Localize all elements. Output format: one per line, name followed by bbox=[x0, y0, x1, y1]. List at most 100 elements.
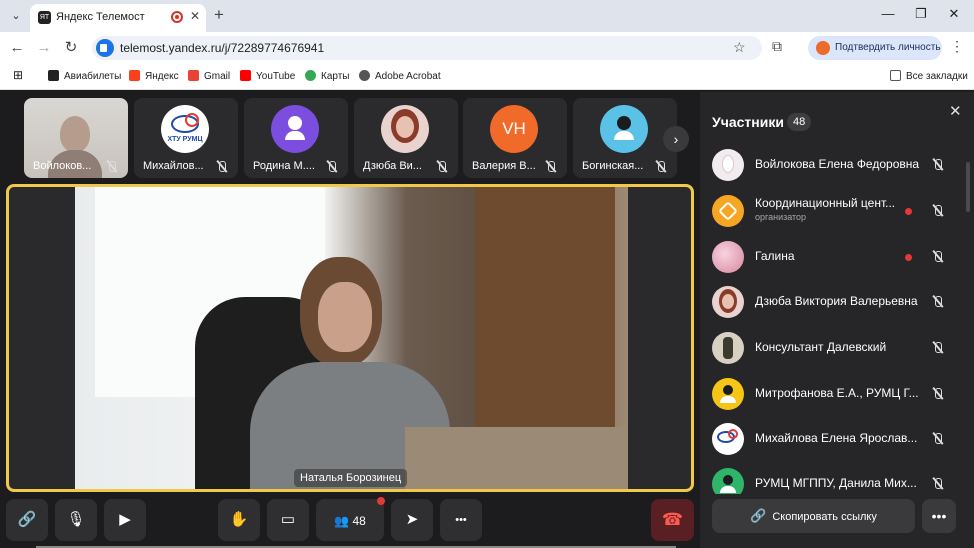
mic-off-icon bbox=[930, 295, 946, 309]
participant-name: Дзюба Виктория Валерьевна bbox=[755, 294, 918, 308]
screen-share-button[interactable]: ▭ bbox=[267, 499, 309, 541]
participant-tile[interactable]: VH Валерия В... bbox=[463, 98, 567, 178]
participant-name: Митрофанова Е.А., РУМЦ Г... bbox=[755, 386, 919, 400]
bookmark-aviabilety[interactable]: Авиабилеты bbox=[48, 70, 121, 82]
link-icon: 🔗 bbox=[750, 508, 767, 523]
bookmark-yandex[interactable]: Яндекс bbox=[129, 70, 179, 82]
participant-row[interactable]: Консультант Далевский bbox=[712, 328, 962, 368]
new-tab-button[interactable]: + bbox=[214, 6, 224, 24]
tab-telemost[interactable]: ЯТ Яндекс Телемост ✕ bbox=[30, 4, 206, 32]
mic-off-icon: 🎙 bbox=[66, 511, 86, 528]
hang-up-button[interactable]: ☎ bbox=[651, 499, 694, 541]
user-avatar-icon bbox=[712, 468, 744, 494]
extensions-icon[interactable]: ⧉ bbox=[772, 38, 782, 55]
forward-button[interactable]: → bbox=[35, 39, 53, 57]
participant-name: РУМЦ МГППУ, Данила Мих... bbox=[755, 476, 917, 490]
aviabilety-icon bbox=[48, 70, 59, 81]
panel-more-button[interactable]: ••• bbox=[922, 499, 956, 533]
participants-panel: Участники 48 ✕ Войлокова Елена Федоровна… bbox=[700, 92, 974, 548]
bookmark-youtube[interactable]: YouTube bbox=[240, 70, 295, 82]
htu-rumc-logo: ХТУ РУМЦ bbox=[161, 105, 209, 153]
active-speaker-stage[interactable]: Наталья Борозинец bbox=[6, 184, 694, 492]
participant-name: Галина bbox=[755, 249, 795, 263]
thumbnails-next-button[interactable]: › bbox=[663, 126, 689, 152]
bookmark-maps[interactable]: Карты bbox=[305, 70, 350, 82]
telemost-favicon-icon: ЯТ bbox=[38, 11, 51, 24]
link-icon: 🔗 bbox=[17, 511, 37, 528]
participant-name: Войлокова Елена Федоровна bbox=[755, 157, 920, 171]
avatar bbox=[381, 105, 429, 153]
hand-icon: ✋ bbox=[229, 511, 249, 528]
mic-off-icon bbox=[930, 341, 946, 355]
reactions-button[interactable]: ➤ bbox=[391, 499, 433, 541]
back-button[interactable]: ← bbox=[8, 39, 26, 57]
verify-identity-button[interactable]: Подтвердить личность bbox=[808, 36, 942, 60]
htu-rumc-logo bbox=[712, 423, 744, 455]
participant-tile-name: Михайлов... bbox=[143, 160, 204, 172]
speaking-dot bbox=[905, 254, 912, 261]
participant-row[interactable]: Координационный цент... организатор bbox=[712, 191, 962, 231]
copy-link-control[interactable]: 🔗 bbox=[6, 499, 48, 541]
mic-off-icon bbox=[930, 250, 946, 264]
participant-row[interactable]: Войлокова Елена Федоровна bbox=[712, 145, 962, 185]
participant-tile[interactable]: Родина М.... bbox=[244, 98, 348, 178]
participant-role: организатор bbox=[755, 212, 807, 222]
mic-off-icon bbox=[930, 204, 946, 218]
speaker-name-label: Наталья Борозинец bbox=[294, 469, 408, 487]
participants-count-badge: 48 bbox=[787, 113, 812, 131]
mic-off-icon bbox=[930, 158, 946, 172]
participants-count: 48 bbox=[352, 514, 366, 528]
browser-menu-icon[interactable]: ⋮ bbox=[950, 38, 964, 55]
copy-link-button[interactable]: 🔗 Скопировать ссылку bbox=[712, 499, 915, 533]
participant-row[interactable]: Михайлова Елена Ярослав... bbox=[712, 419, 962, 459]
mic-off-icon bbox=[214, 160, 230, 174]
copy-link-label: Скопировать ссылку bbox=[772, 511, 877, 523]
maps-icon bbox=[305, 70, 316, 81]
speaker-video bbox=[75, 187, 628, 489]
bookmark-adobe-acrobat[interactable]: Adobe Acrobat bbox=[359, 70, 441, 82]
participant-row[interactable]: Митрофанова Е.А., РУМЦ Г... bbox=[712, 374, 962, 414]
all-bookmarks[interactable]: Все закладки bbox=[890, 70, 968, 82]
participant-name: Михайлова Елена Ярослав... bbox=[755, 431, 918, 445]
yandex-icon bbox=[129, 70, 140, 81]
panel-scrollbar[interactable] bbox=[966, 162, 970, 212]
meeting-area: Войлоков... ХТУ РУМЦ Михайлов... Родина … bbox=[0, 92, 974, 548]
participant-tile[interactable]: Войлоков... bbox=[24, 98, 128, 178]
participant-tile[interactable]: Богинская... bbox=[573, 98, 677, 178]
folder-icon bbox=[890, 70, 901, 81]
globe-icon bbox=[359, 70, 370, 81]
phone-hangup-icon: ☎ bbox=[661, 510, 684, 529]
mic-off-icon bbox=[930, 432, 946, 446]
participant-row[interactable]: Галина bbox=[712, 237, 962, 277]
bookmark-star-icon[interactable]: ☆ bbox=[733, 39, 746, 56]
participant-tile[interactable]: Дзюба Ви... bbox=[354, 98, 458, 178]
mic-toggle-button[interactable]: 🎙 bbox=[55, 499, 97, 541]
avatar bbox=[712, 332, 744, 364]
raise-hand-button[interactable]: ✋ bbox=[218, 499, 260, 541]
participant-name: Координационный цент... bbox=[755, 196, 896, 210]
camera-toggle-button[interactable]: ▶ bbox=[104, 499, 146, 541]
reload-button[interactable]: ↻ bbox=[62, 39, 80, 57]
maximize-button[interactable]: ❐ bbox=[911, 6, 931, 22]
bookmark-gmail[interactable]: Gmail bbox=[188, 70, 230, 82]
tab-list-button[interactable]: ⌄ bbox=[6, 6, 26, 26]
minimize-button[interactable]: — bbox=[878, 6, 898, 21]
participant-name: Консультант Далевский bbox=[755, 340, 887, 354]
mic-off-icon bbox=[930, 387, 946, 401]
site-info-icon[interactable] bbox=[96, 39, 114, 57]
screen-share-icon: ▭ bbox=[280, 511, 296, 528]
more-options-button[interactable]: ••• bbox=[440, 499, 482, 541]
user-avatar-icon bbox=[712, 378, 744, 410]
window-close-button[interactable]: ✕ bbox=[944, 6, 964, 22]
tab-close-button[interactable]: ✕ bbox=[190, 9, 200, 23]
apps-icon[interactable]: ⊞ bbox=[13, 68, 23, 82]
panel-close-icon[interactable]: ✕ bbox=[949, 102, 962, 120]
participant-row[interactable]: РУМЦ МГППУ, Данила Мих... bbox=[712, 464, 962, 494]
participant-tile[interactable]: ХТУ РУМЦ Михайлов... bbox=[134, 98, 238, 178]
participant-row[interactable]: Дзюба Виктория Валерьевна bbox=[712, 282, 962, 322]
camera-icon: ▶ bbox=[119, 511, 131, 528]
recording-icon bbox=[171, 11, 183, 23]
address-bar[interactable]: telemost.yandex.ru/j/72289774676941 ☆ bbox=[92, 36, 762, 60]
participants-button[interactable]: 👥 48 bbox=[316, 499, 384, 541]
verify-identity-label: Подтвердить личность bbox=[835, 42, 941, 53]
